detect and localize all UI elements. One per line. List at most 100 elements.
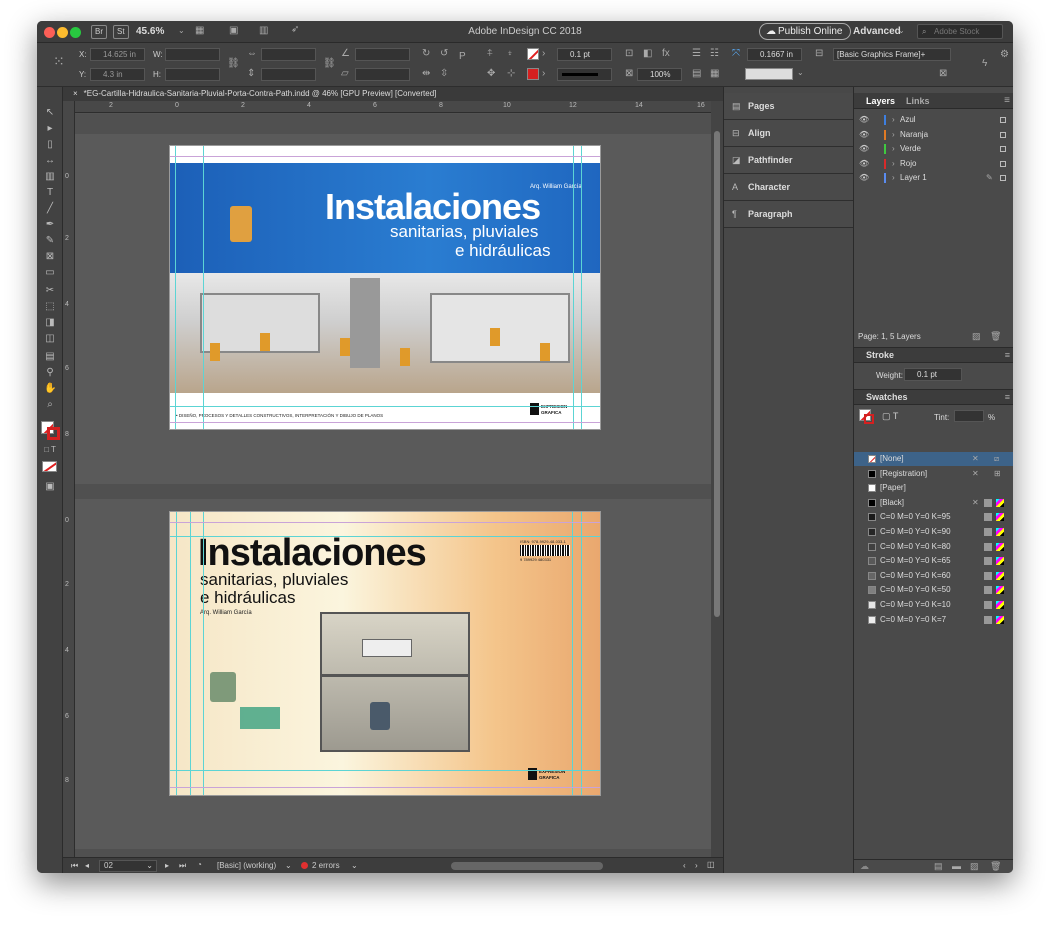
workspace-switcher[interactable]: Advanced — [853, 26, 901, 37]
swatch-row[interactable]: C=0 M=0 Y=0 K=80 — [854, 540, 1013, 554]
stroke-weight-field[interactable]: 0.1 pt — [557, 48, 612, 61]
preflight-icon[interactable]: ◔ — [197, 860, 202, 869]
type-tool-icon[interactable]: T — [44, 187, 56, 199]
swatch-row[interactable]: C=0 M=0 Y=0 K=50 — [854, 583, 1013, 597]
screen-mode-icon[interactable]: ▣ — [44, 481, 56, 493]
chevron-right-icon[interactable]: › — [892, 113, 895, 127]
layer-target-icon[interactable] — [1000, 175, 1006, 181]
gradient-swatch[interactable] — [745, 68, 793, 80]
opacity-field[interactable]: 100% — [637, 68, 682, 81]
last-page-icon[interactable]: ⏭ — [179, 861, 186, 871]
swatch-row[interactable]: C=0 M=0 Y=0 K=90 — [854, 525, 1013, 539]
folder-icon[interactable]: ▬ — [952, 861, 961, 871]
content-collector-icon[interactable]: ▥ — [44, 171, 56, 183]
tab-layers[interactable]: Layers — [866, 96, 895, 106]
width-field[interactable] — [165, 48, 220, 61]
eye-icon[interactable]: 👁 — [859, 128, 869, 142]
preflight-profile[interactable]: [Basic] (working) — [217, 861, 276, 870]
chevron-right-icon[interactable]: › — [892, 142, 895, 156]
height-field[interactable] — [165, 68, 220, 81]
swatches-panel-header[interactable]: Swatches ≡ — [854, 389, 1013, 405]
horizontal-scrollbar[interactable] — [451, 862, 603, 870]
select-next-icon[interactable]: ⍖ — [507, 48, 513, 59]
cover-front-page[interactable]: Arq. William García Instalaciones sanita… — [169, 145, 601, 430]
pen-tool-icon[interactable]: ✒ — [44, 219, 56, 231]
swatch-row[interactable]: [None] ✕ ⧄ — [854, 452, 1013, 466]
distribute-icon[interactable]: ▤ — [692, 68, 701, 79]
fill-none-swatch[interactable] — [527, 48, 539, 60]
chevron-down-icon[interactable]: ⌄ — [797, 68, 804, 77]
free-transform-tool-icon[interactable]: ⬚ — [44, 301, 56, 313]
scroll-right-icon[interactable]: › — [695, 861, 698, 870]
rotation-angle-field[interactable] — [355, 48, 410, 61]
drop-shadow-icon[interactable]: ◧ — [643, 48, 652, 59]
panel-menu-icon[interactable]: ≡ — [1005, 390, 1010, 405]
quick-apply-icon[interactable]: ϟ — [982, 58, 987, 69]
new-layer-icon[interactable]: ▨ — [972, 331, 981, 342]
x-position-field[interactable]: 14.625 in — [90, 48, 145, 61]
flip-vertical-icon[interactable]: ⇳ — [440, 68, 448, 79]
layer-target-icon[interactable] — [1000, 146, 1006, 152]
direct-selection-tool-icon[interactable]: ▸ — [44, 123, 56, 135]
paragraph-panel-button[interactable]: ¶ Paragraph — [724, 201, 854, 228]
layer-row[interactable]: 👁 › Layer 1 ✎ — [854, 171, 1013, 185]
layer-row[interactable]: 👁 › Verde — [854, 142, 1013, 156]
eye-icon[interactable]: 👁 — [859, 142, 869, 156]
publish-online-button[interactable]: ☁ Publish Online — [759, 23, 852, 40]
chevron-down-icon[interactable]: ⌄ — [898, 26, 905, 35]
swatch-row[interactable]: C=0 M=0 Y=0 K=95 — [854, 510, 1013, 524]
select-content-icon[interactable]: ✥ — [487, 68, 495, 79]
pencil-tool-icon[interactable]: ✎ — [44, 235, 56, 247]
note-tool-icon[interactable]: ▤ — [44, 351, 56, 363]
select-container-icon[interactable]: P — [459, 51, 466, 62]
y-position-field[interactable]: 4.3 in — [90, 68, 145, 81]
rectangle-tool-icon[interactable]: ▭ — [44, 267, 56, 279]
vertical-scrollbar[interactable] — [711, 101, 723, 857]
align-panel-button[interactable]: ⊟ Align — [724, 120, 854, 147]
gradient-feather-tool-icon[interactable]: ◫ — [44, 333, 56, 345]
cover-back-page[interactable]: Instalaciones sanitarias, pluviales e hi… — [169, 511, 601, 796]
fitting-icon[interactable]: ⤧ — [732, 48, 740, 59]
effects-icon[interactable]: fx — [662, 48, 670, 59]
pathfinder-panel-button[interactable]: ◪ Pathfinder — [724, 147, 854, 174]
chevron-down-icon[interactable]: ⌄ — [351, 861, 358, 870]
adobe-stock-search-input[interactable]: ⌕ Adobe Stock — [917, 24, 1003, 39]
select-parent-icon[interactable]: ⊹ — [507, 68, 515, 79]
stroke-panel-header[interactable]: Stroke ≡ — [854, 347, 1013, 363]
eye-icon[interactable]: 👁 — [859, 157, 869, 171]
chevron-right-icon[interactable]: › — [892, 128, 895, 142]
tint-input[interactable] — [954, 410, 984, 422]
trash-icon[interactable]: 🗑 — [990, 331, 1001, 342]
split-window-icon[interactable]: ◫ — [707, 860, 715, 869]
stroke-swatch[interactable] — [864, 414, 874, 424]
character-panel-button[interactable]: A Character — [724, 174, 854, 201]
stroke-type-dropdown[interactable] — [557, 68, 612, 81]
formatting-affects-icon[interactable]: ▢ T — [882, 411, 898, 422]
chevron-right-icon[interactable]: › — [892, 157, 895, 171]
preflight-errors[interactable]: 2 errors — [312, 861, 340, 870]
next-page-icon[interactable]: ▸ — [165, 861, 169, 870]
eye-icon[interactable]: 👁 — [859, 171, 869, 185]
new-swatch-icon[interactable]: ▨ — [970, 861, 979, 872]
scrollbar-thumb[interactable] — [714, 131, 720, 617]
gear-icon[interactable]: ⚙ — [1000, 49, 1009, 60]
new-color-group-icon[interactable]: ▤ — [934, 861, 943, 872]
layer-target-icon[interactable] — [1000, 117, 1006, 123]
panel-menu-icon[interactable]: ≡ — [1005, 348, 1010, 363]
trash-icon[interactable]: 🗑 — [990, 861, 1001, 872]
pasteboard[interactable]: Arq. William García Instalaciones sanita… — [75, 114, 711, 857]
rotate-cw-icon[interactable]: ↻ — [422, 48, 430, 59]
hand-tool-icon[interactable]: ✋ — [44, 383, 56, 395]
constrain-proportions-icon[interactable]: ⛓ — [227, 58, 240, 69]
gradient-swatch-tool-icon[interactable]: ◨ — [44, 317, 56, 329]
chevron-down-icon[interactable]: ⌄ — [285, 861, 292, 870]
rotate-ccw-icon[interactable]: ↺ — [440, 48, 448, 59]
swatch-row[interactable]: C=0 M=0 Y=0 K=10 — [854, 598, 1013, 612]
swatch-row[interactable]: [Paper] — [854, 481, 1013, 495]
panel-menu-icon[interactable]: ≡ — [1004, 95, 1010, 106]
grid-icon[interactable]: ▦ — [710, 68, 719, 79]
swatch-row[interactable]: C=0 M=0 Y=0 K=60 — [854, 569, 1013, 583]
select-previous-icon[interactable]: ⍏ — [487, 48, 493, 59]
layer-row[interactable]: 👁 › Rojo — [854, 157, 1013, 171]
apply-none-icon[interactable] — [42, 461, 57, 472]
